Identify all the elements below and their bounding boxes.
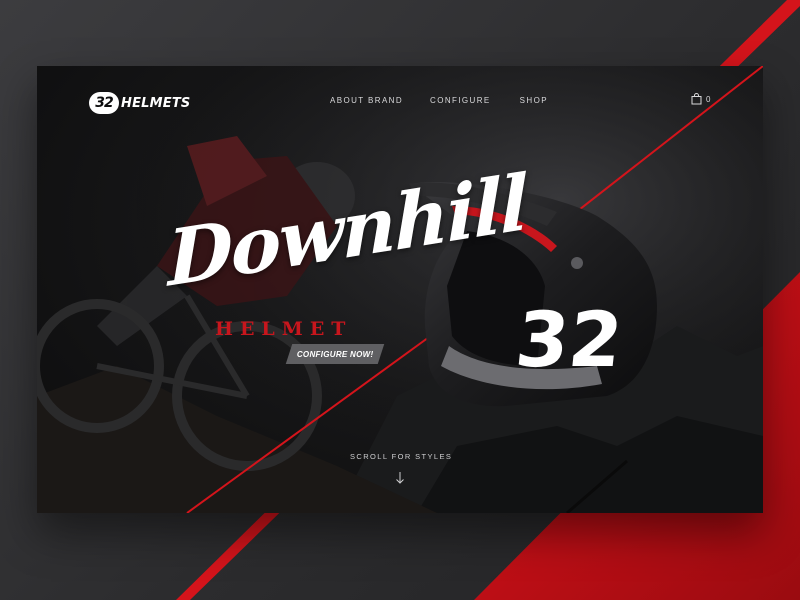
cart-count: 0 [706, 94, 711, 104]
brand-logo[interactable]: 32 HELMETS [89, 92, 191, 114]
scroll-hint: SCROLL FOR STYLES [350, 452, 453, 461]
hero-subtitle: HELMET [215, 318, 353, 340]
logo-wordmark: HELMETS [121, 95, 191, 111]
main-nav: ABOUT BRAND CONFIGURE SHOP [330, 96, 548, 105]
hero-artwork: 32 [37, 66, 763, 513]
nav-item-about-brand[interactable]: ABOUT BRAND [330, 96, 403, 105]
nav-item-configure[interactable]: CONFIGURE [430, 96, 491, 105]
configure-now-label: CONFIGURE NOW! [296, 349, 374, 359]
configure-now-button[interactable]: CONFIGURE NOW! [285, 344, 385, 364]
shopping-bag-icon [691, 93, 702, 105]
logo-badge: 32 [89, 92, 119, 114]
cart-button[interactable]: 0 [691, 93, 710, 105]
hero-frame: 32 32 HELMETS ABOUT BRAND CONFIGURE SHOP… [37, 66, 763, 513]
arrow-down-icon[interactable] [395, 471, 405, 485]
helmet-number: 32 [512, 295, 627, 384]
nav-item-shop[interactable]: SHOP [520, 96, 548, 105]
